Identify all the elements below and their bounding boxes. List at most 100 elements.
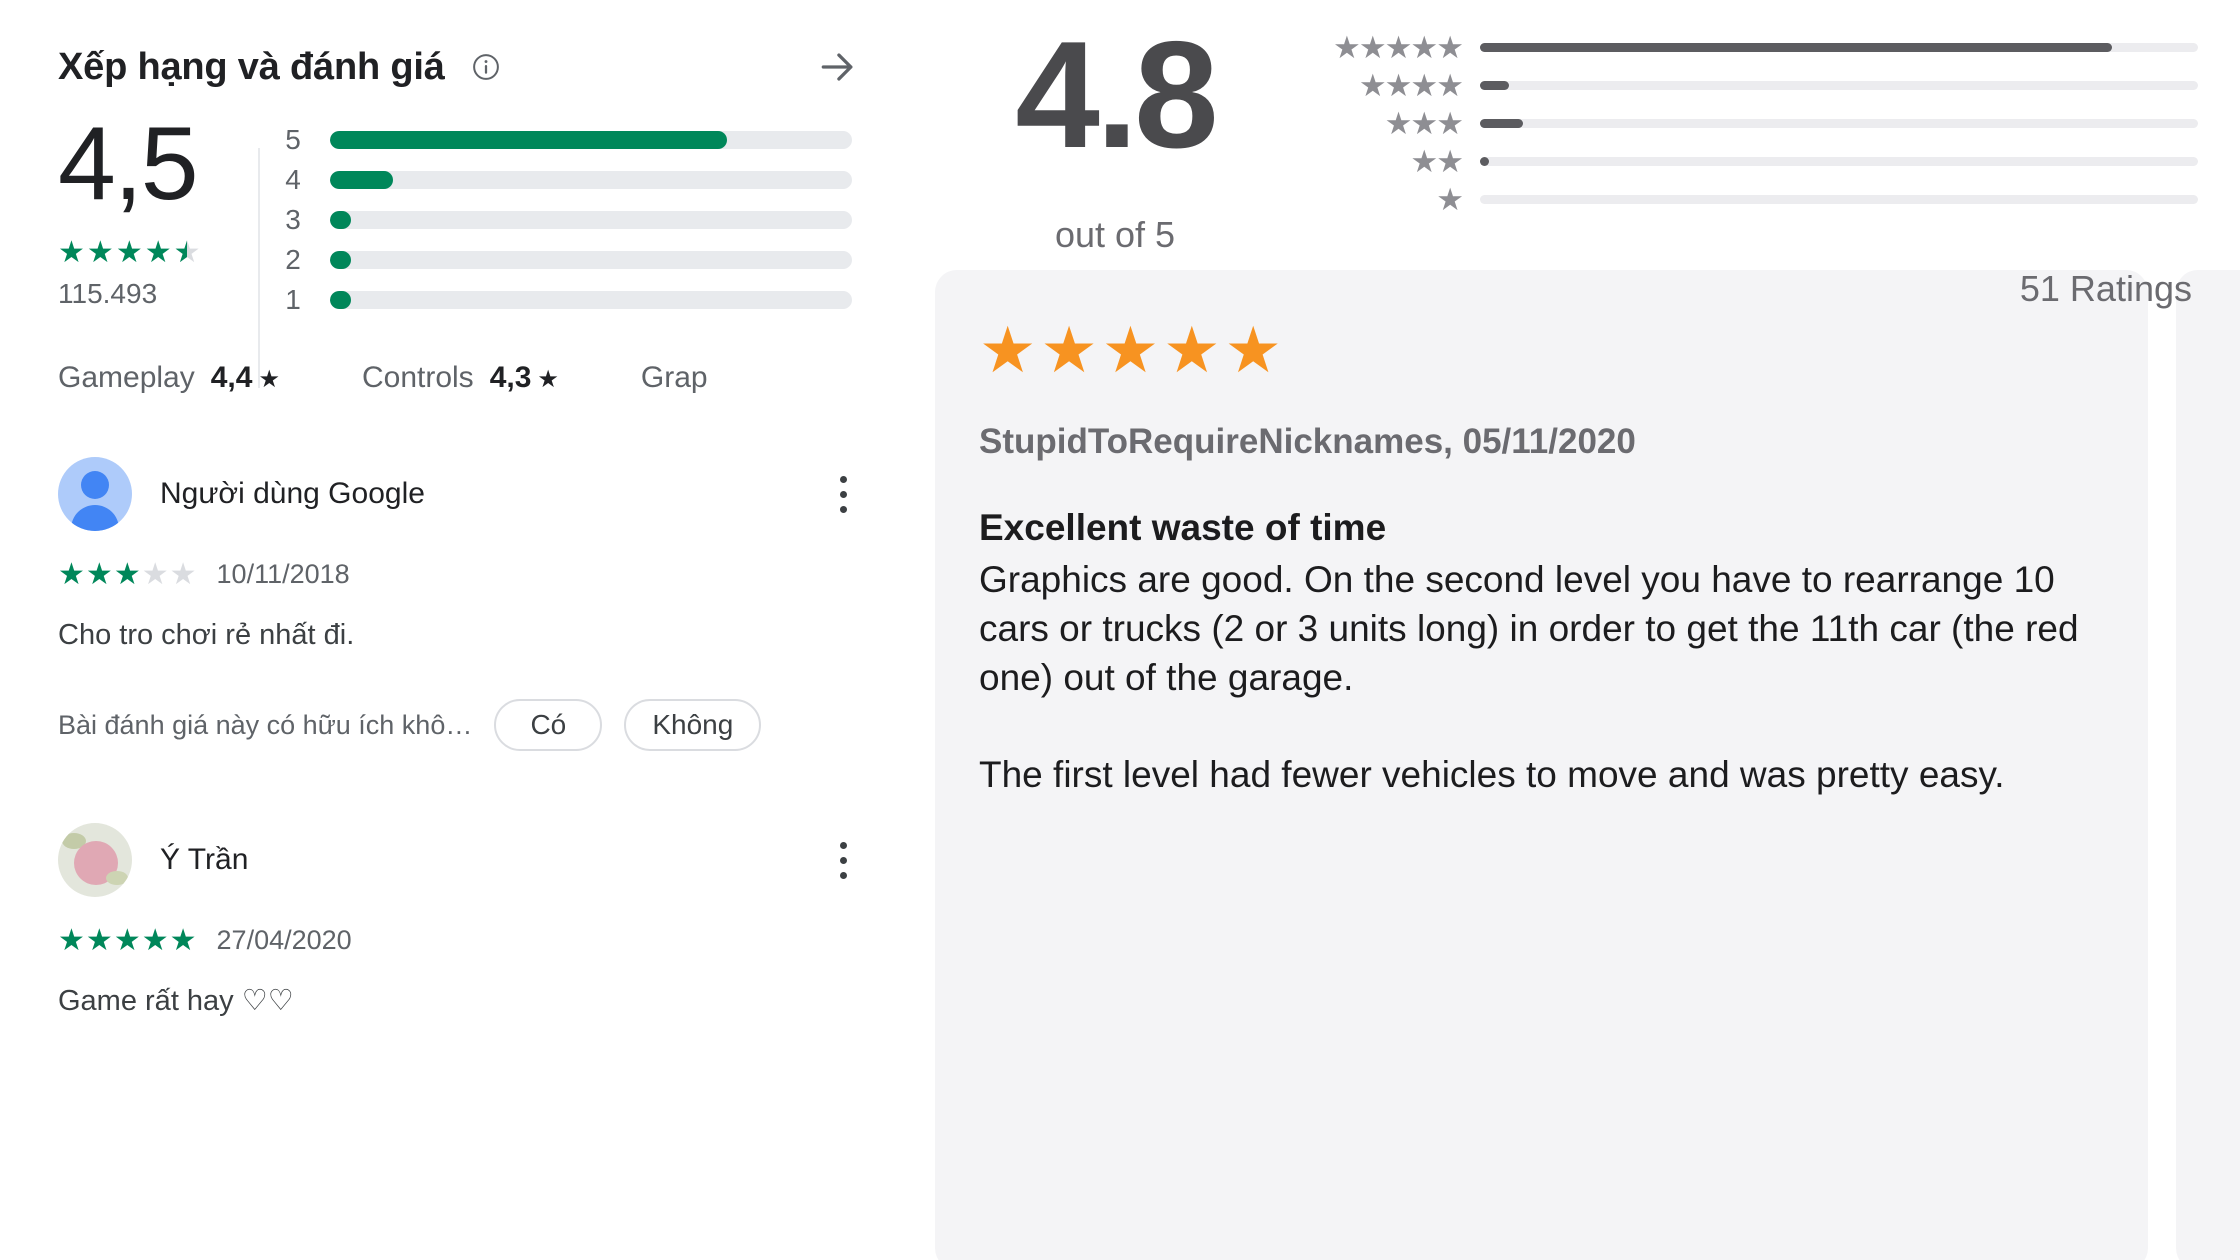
star-icon: ★ xyxy=(1384,29,1413,65)
appstore-histogram-track xyxy=(1480,118,2198,128)
star-icon: ★ xyxy=(1410,105,1438,141)
appstore-histogram-fill xyxy=(1480,42,2112,52)
star-icon: ★ xyxy=(58,236,85,269)
vertical-divider xyxy=(258,148,260,388)
star-icon: ★ xyxy=(113,557,141,591)
star-icon: ★ xyxy=(1436,29,1464,65)
star-icon: ★ xyxy=(258,366,280,393)
appstore-ratings-count: 51 Ratings xyxy=(2019,268,2192,309)
appstore-average-score: 4.8 xyxy=(1015,10,1218,180)
play-rating-summary: 4,5 ★★★★★★ 115.493 5 4 3 2 1 xyxy=(0,96,930,388)
play-review-helpful-row: Bài đánh giá này có hữu ích khô… Có Khôn… xyxy=(58,699,882,752)
star-icon: ★ xyxy=(979,314,1037,386)
appstore-review-stars: ★ ★ ★ ★ ★ xyxy=(979,318,2104,382)
appstore-histogram-row: ★ ★ ★ ★ ★ xyxy=(1290,32,2198,63)
appstore-score-block: 4.8 out of 5 xyxy=(930,10,1290,256)
play-category-rating: Grap xyxy=(641,361,724,395)
play-histogram-track xyxy=(330,290,852,309)
avatar xyxy=(58,457,132,531)
appstore-histogram-star-label: ★ ★ ★ ★ ★ xyxy=(1290,32,1480,63)
appstore-histogram-track xyxy=(1480,42,2198,52)
play-histogram-track xyxy=(330,170,852,189)
play-category-ratings: Gameplay 4,4 ★ Controls 4,3 ★ Grap xyxy=(0,315,930,395)
star-icon: ★ xyxy=(1436,181,1464,217)
play-histogram-label: 5 xyxy=(285,123,301,155)
star-icon: ★ xyxy=(141,557,169,591)
play-category-rating: Controls 4,3 ★ xyxy=(362,361,559,395)
appstore-histogram-fill xyxy=(1480,156,1489,166)
appstore-histogram-fill xyxy=(1480,80,1509,90)
play-category-value: 4,4 xyxy=(210,361,253,394)
appstore-review-card[interactable]: ★ ★ ★ ★ ★ StupidToRequireNicknames, 05/11/20… xyxy=(935,270,2148,1260)
play-category-rating: Gameplay 4,4 ★ xyxy=(58,361,280,395)
play-histogram-track xyxy=(330,130,852,149)
play-histogram-fill xyxy=(330,210,351,229)
star-icon: ★ xyxy=(85,557,113,591)
appstore-histogram-star-label: ★ xyxy=(1290,184,1480,215)
play-histogram-label: 4 xyxy=(285,163,301,195)
appstore-histogram-star-label: ★ ★ ★ xyxy=(1290,108,1480,139)
play-histogram-row: 2 xyxy=(276,244,852,275)
avatar xyxy=(58,823,132,898)
play-score-column: 4,5 ★★★★★★ 115.493 xyxy=(0,112,270,310)
appstore-histogram-star-label: ★ ★ ★ ★ xyxy=(1290,70,1480,101)
kebab-menu-icon[interactable] xyxy=(822,467,864,521)
star-icon: ★ xyxy=(144,236,172,269)
play-review-date: 27/04/2020 xyxy=(216,925,352,956)
star-icon: ★ xyxy=(1163,314,1221,386)
star-icon: ★ xyxy=(537,366,559,393)
play-section-header: Xếp hạng và đánh giá xyxy=(0,0,930,96)
appstore-histogram: ★ ★ ★ ★ ★ ★ ★ ★ ★ ★ ★ ★ ★ ★ ★ 51 Ratings xyxy=(1290,26,2240,310)
arrow-right-icon[interactable] xyxy=(816,45,860,89)
appstore-review-title: Excellent waste of time xyxy=(979,507,1387,548)
appstore-histogram-track xyxy=(1480,80,2198,90)
play-histogram-row: 1 xyxy=(276,284,852,315)
helpful-yes-button[interactable]: Có xyxy=(494,699,603,752)
play-review-header: Người dùng Google xyxy=(58,457,882,531)
play-reviewer-name: Người dùng Google xyxy=(160,477,425,510)
kebab-menu-icon[interactable] xyxy=(822,833,864,887)
play-histogram-fill xyxy=(330,290,351,309)
half-star-icon: ★★ xyxy=(173,236,201,269)
star-icon: ★ xyxy=(1436,143,1464,179)
helpful-no-button[interactable]: Không xyxy=(624,699,762,752)
star-icon: ★ xyxy=(1410,143,1438,179)
play-histogram-label: 2 xyxy=(285,243,301,275)
appstore-review-body: Graphics are good. On the second level y… xyxy=(979,559,2079,796)
play-rating-histogram: 5 4 3 2 1 xyxy=(270,118,930,315)
play-category-value: 4,3 xyxy=(489,361,532,394)
appstore-histogram-row: ★ ★ ★ xyxy=(1290,108,2198,139)
star-icon: ★ xyxy=(113,923,141,957)
play-review-meta: ★ ★ ★ ★ ★ 27/04/2020 xyxy=(58,925,882,956)
star-icon: ★ xyxy=(1101,314,1160,386)
appstore-histogram-row: ★ xyxy=(1290,184,2198,215)
play-review-date: 10/11/2018 xyxy=(216,559,350,589)
play-histogram-label: 3 xyxy=(285,203,301,235)
info-circle-icon[interactable] xyxy=(471,52,501,82)
star-icon: ★ xyxy=(1384,67,1413,103)
appstore-review-carousel[interactable]: ★ ★ ★ ★ ★ StupidToRequireNicknames, 05/11/20… xyxy=(930,270,2240,1260)
star-icon: ★ xyxy=(86,236,114,269)
star-icon: ★ xyxy=(1436,105,1464,141)
appstore-histogram-row: ★ ★ ★ ★ xyxy=(1290,70,2198,101)
appstore-histogram-star-label: ★ ★ xyxy=(1290,146,1480,177)
star-icon: ★ xyxy=(1384,105,1413,141)
play-histogram-row: 5 xyxy=(276,124,852,155)
play-review-header: Ý Trần xyxy=(58,823,882,898)
play-review-item: Ý Trần ★ ★ ★ ★ ★ 27/04/2020 Game rất hay ♡♡ xyxy=(0,823,930,1021)
star-icon: ★ xyxy=(141,923,169,957)
play-histogram-fill xyxy=(330,250,351,269)
ratings-and-reviews-page: Xếp hạng và đánh giá 4,5 ★★★★★★ 115.493 xyxy=(0,0,2240,1260)
star-icon: ★ xyxy=(58,923,85,957)
play-review-body: Game rất hay ♡♡ xyxy=(58,985,294,1018)
play-category-name: Grap xyxy=(640,361,708,394)
play-review-item: Người dùng Google ★ ★ ★ ★ ★ 10/11/2018 Cho t… xyxy=(0,457,930,752)
star-icon: ★ xyxy=(169,557,197,591)
appstore-rating-summary: 4.8 out of 5 ★ ★ ★ ★ ★ ★ ★ ★ ★ ★ ★ ★ ★ ★ ★ 51 Ratings xyxy=(930,0,2240,309)
appstore-review-card-next[interactable] xyxy=(2176,270,2240,1260)
star-icon: ★ xyxy=(1358,29,1387,65)
play-histogram-track xyxy=(330,210,852,229)
play-review-stars: ★ ★ ★ ★ ★ xyxy=(58,557,197,591)
star-icon: ★ xyxy=(1224,314,1282,386)
star-icon: ★ xyxy=(1333,29,1361,65)
